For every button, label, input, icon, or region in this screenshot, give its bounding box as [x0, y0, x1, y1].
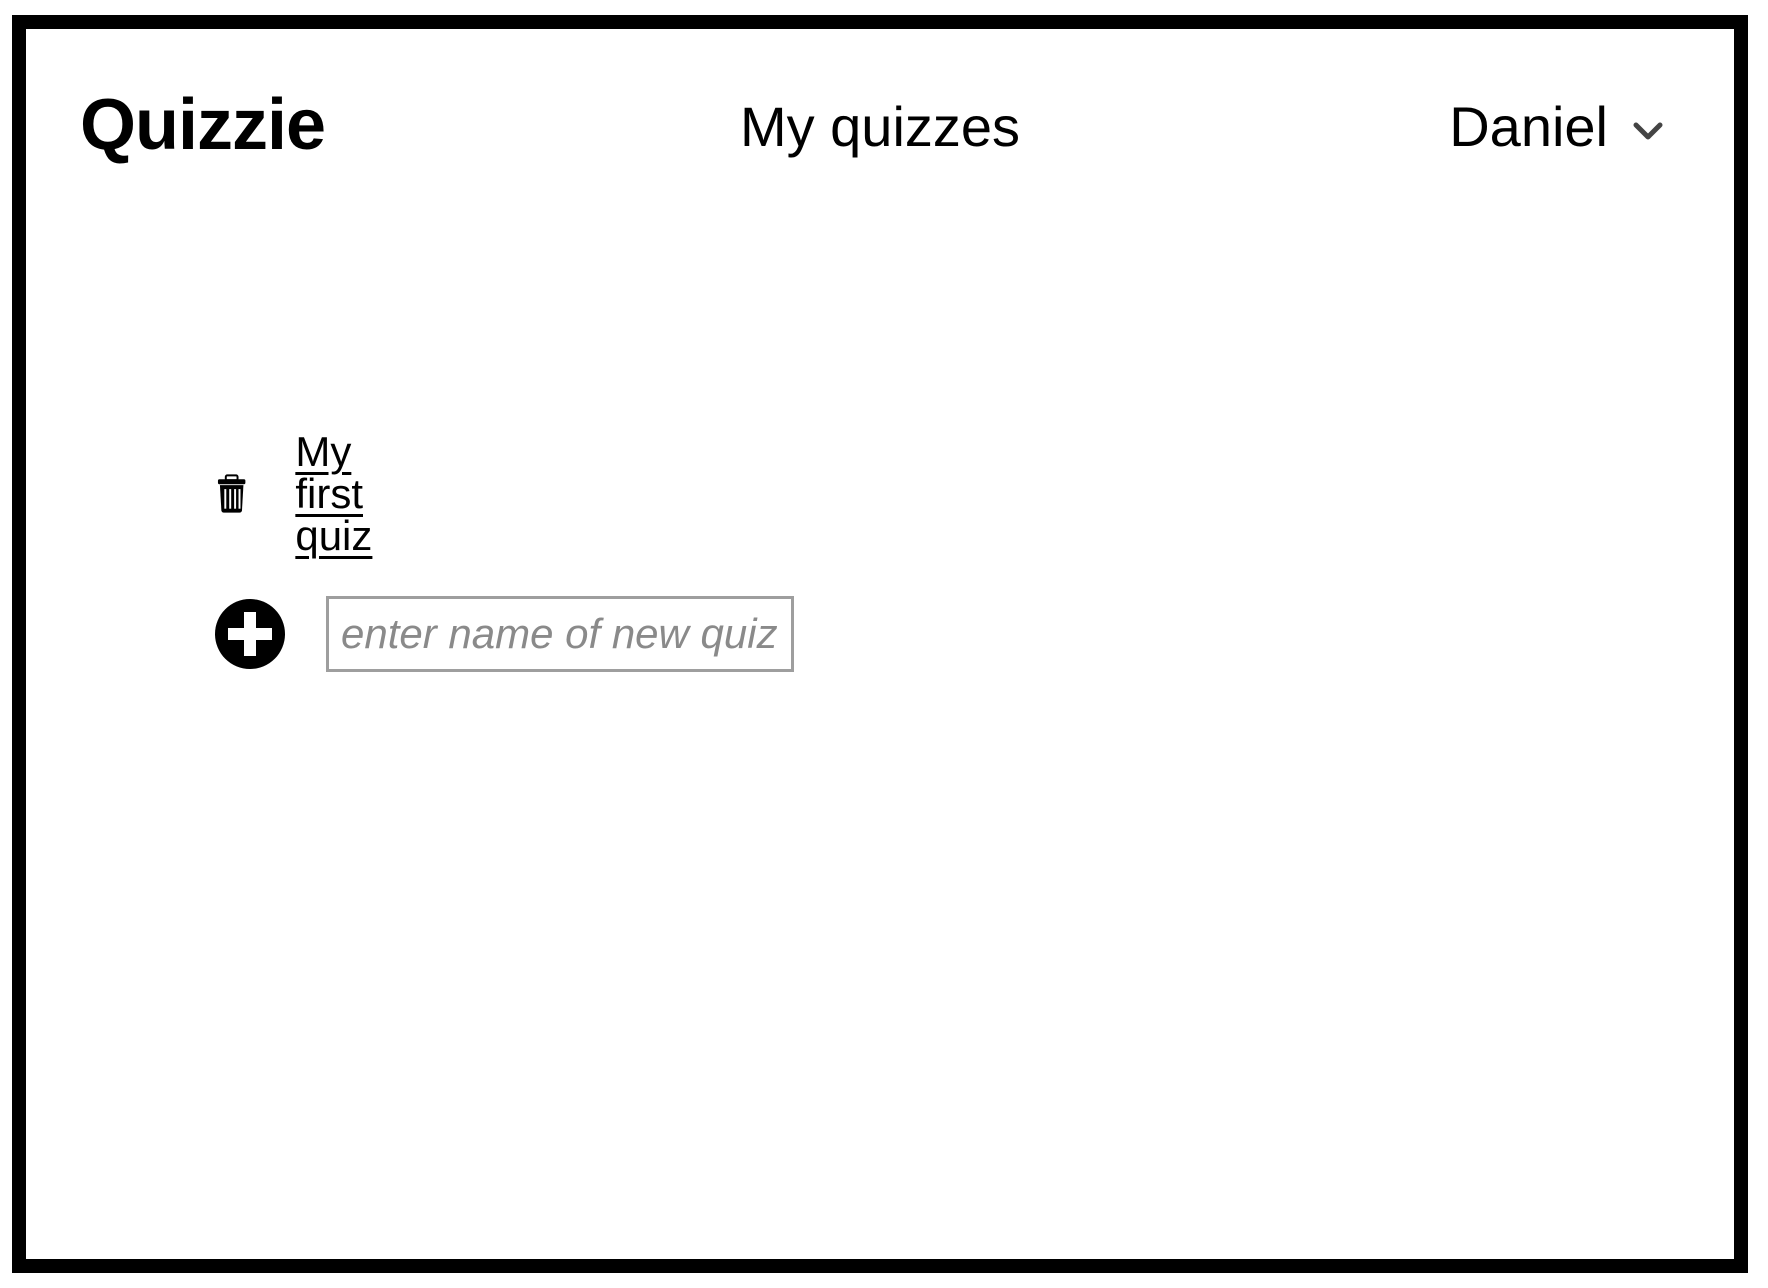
quiz-row: My first quiz: [216, 431, 405, 557]
user-menu[interactable]: Daniel: [1449, 99, 1668, 155]
quiz-link[interactable]: My first quiz: [295, 431, 405, 557]
header: Quizzie My quizzes Daniel: [26, 29, 1734, 229]
new-quiz-name-input[interactable]: [326, 596, 794, 672]
chevron-down-icon: [1633, 122, 1663, 140]
trash-icon[interactable]: [216, 454, 247, 534]
user-name: Daniel: [1449, 95, 1608, 158]
plus-circle-icon[interactable]: [214, 598, 286, 670]
app-frame: Quizzie My quizzes Daniel My first quiz: [12, 15, 1748, 1273]
new-quiz-row: [214, 594, 794, 674]
